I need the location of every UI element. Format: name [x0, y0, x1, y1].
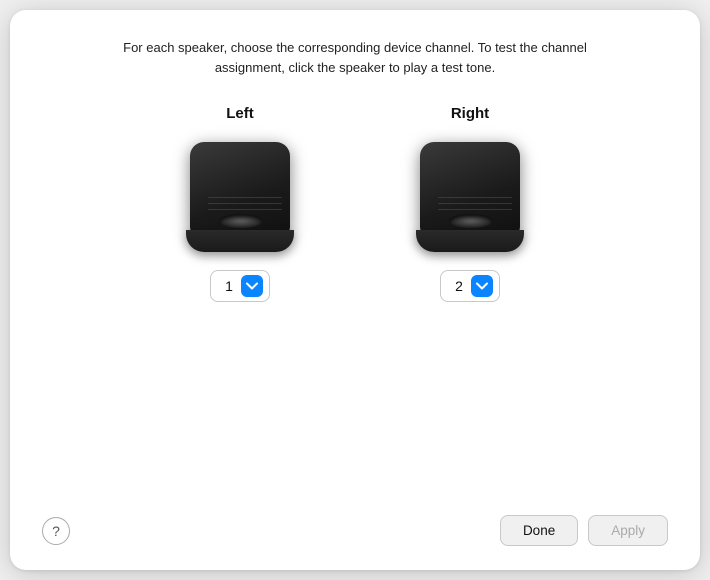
help-button[interactable]: ?: [42, 517, 70, 545]
grill-line: [438, 203, 512, 204]
left-channel-chevron-button[interactable]: [241, 275, 263, 297]
grill-line: [438, 197, 512, 198]
grill-line: [438, 209, 512, 210]
description-text: For each speaker, choose the correspondi…: [95, 38, 615, 77]
left-speaker-woofer: [219, 214, 263, 228]
grill-line: [208, 197, 282, 198]
left-speaker-col: Left 1: [185, 105, 295, 302]
grill-line: [208, 209, 282, 210]
action-buttons: Done Apply: [500, 515, 668, 546]
left-speaker-base: [186, 230, 294, 252]
right-channel-chevron-button[interactable]: [471, 275, 493, 297]
help-icon: ?: [52, 523, 60, 539]
right-speaker-col: Right 2: [415, 105, 525, 302]
right-speaker-icon[interactable]: [415, 142, 525, 252]
right-speaker-woofer: [449, 214, 493, 228]
left-speaker-icon[interactable]: [185, 142, 295, 252]
speakers-row: Left 1: [185, 105, 525, 503]
footer: ? Done Apply: [42, 503, 668, 546]
right-channel-value: 2: [453, 278, 465, 294]
speaker-channel-dialog: For each speaker, choose the correspondi…: [10, 10, 700, 570]
left-channel-select[interactable]: 1: [210, 270, 270, 302]
right-speaker-base: [416, 230, 524, 252]
left-speaker-label: Left: [226, 105, 254, 122]
apply-button[interactable]: Apply: [588, 515, 668, 546]
right-speaker-label: Right: [451, 105, 489, 122]
right-channel-select[interactable]: 2: [440, 270, 500, 302]
done-button[interactable]: Done: [500, 515, 578, 546]
grill-line: [208, 203, 282, 204]
left-channel-value: 1: [223, 278, 235, 294]
